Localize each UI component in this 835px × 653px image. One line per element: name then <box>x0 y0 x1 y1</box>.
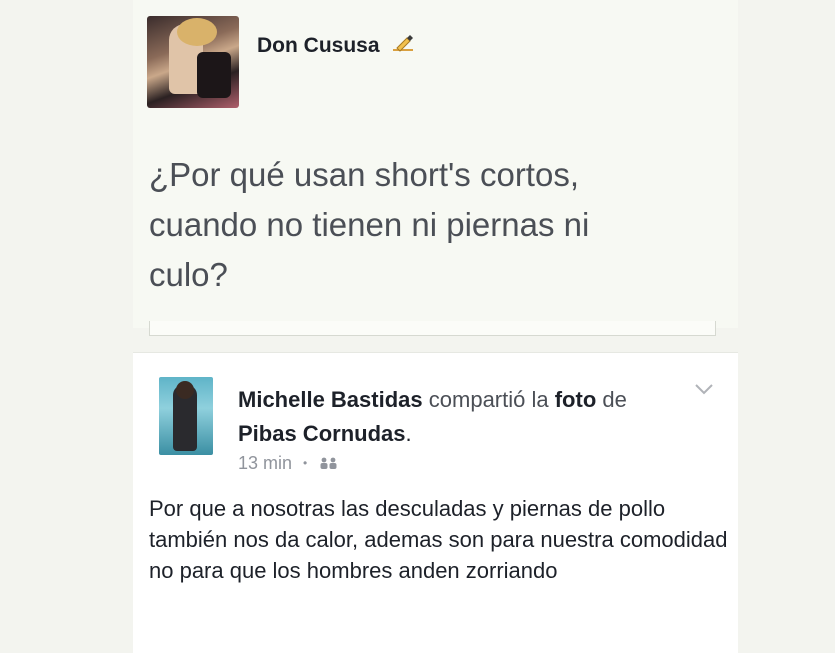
friends-icon <box>320 457 337 469</box>
sharer-name[interactable]: Michelle Bastidas <box>238 387 423 412</box>
preposition: de <box>602 387 627 412</box>
share-header: Michelle Bastidas compartió la foto de P… <box>238 383 648 451</box>
original-post-card: Don Cususa ¿Por qué usan short's cortos,… <box>133 0 738 336</box>
shared-post-card: Michelle Bastidas compartió la foto de P… <box>133 352 738 653</box>
avatar-figure-dark <box>197 52 231 98</box>
author-avatar[interactable] <box>147 16 239 108</box>
author-name[interactable]: Don Cususa <box>257 34 380 57</box>
header-period: . <box>405 421 412 446</box>
post-text: ¿Por qué usan short's cortos, cuando no … <box>149 156 590 293</box>
writing-hand-icon <box>393 35 414 52</box>
avatar-head <box>176 381 194 399</box>
photo-link[interactable]: foto <box>555 387 597 412</box>
timestamp[interactable]: 13 min <box>238 453 292 473</box>
shared-verb: compartió la <box>428 387 549 412</box>
post-meta: 13 min • <box>238 453 340 474</box>
shared-post-text: Por que a nosotras las desculadas y pier… <box>149 496 728 583</box>
page-name-link[interactable]: Pibas Cornudas <box>238 421 405 446</box>
post-footer-strip <box>149 321 716 336</box>
author-name-row: Don Cususa <box>257 34 417 58</box>
sharer-avatar[interactable] <box>159 377 213 455</box>
meta-separator: • <box>303 456 308 470</box>
chevron-down-icon[interactable] <box>694 383 714 395</box>
avatar-hair <box>177 18 217 46</box>
